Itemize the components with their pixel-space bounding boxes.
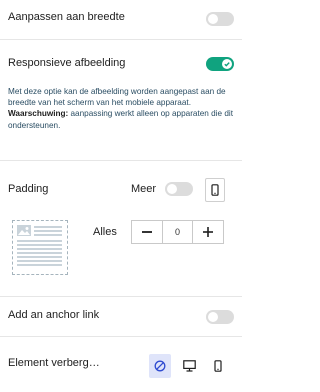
anchor-link-toggle[interactable] bbox=[206, 310, 234, 324]
check-icon bbox=[222, 59, 232, 69]
fit-width-toggle[interactable] bbox=[206, 12, 234, 26]
padding-label: Padding bbox=[8, 183, 49, 195]
fit-width-label: Aanpassen aan breedte bbox=[8, 11, 125, 23]
desktop-icon bbox=[182, 360, 196, 372]
anchor-link-label: Add an anchor link bbox=[8, 309, 100, 321]
hide-mobile-button[interactable] bbox=[208, 354, 228, 378]
padding-value-input[interactable]: 0 bbox=[161, 221, 194, 243]
responsive-image-toggle[interactable] bbox=[206, 57, 234, 71]
all-label: Alles bbox=[93, 226, 117, 238]
image-placeholder-icon bbox=[17, 225, 62, 266]
increment-button[interactable] bbox=[193, 221, 223, 243]
plus-icon bbox=[203, 227, 214, 237]
padding-stepper: 0 bbox=[131, 220, 224, 244]
mobile-device-button[interactable] bbox=[205, 178, 225, 202]
decrement-button[interactable] bbox=[132, 221, 162, 243]
divider bbox=[0, 336, 242, 337]
mobile-icon bbox=[211, 184, 219, 196]
divider bbox=[0, 296, 242, 297]
hide-none-icon bbox=[154, 360, 166, 372]
more-label: Meer bbox=[131, 183, 157, 195]
responsive-image-label: Responsieve afbeelding bbox=[8, 57, 126, 69]
mobile-icon bbox=[214, 360, 222, 372]
more-toggle[interactable] bbox=[165, 182, 193, 196]
responsive-description: Met deze optie kan de afbeelding worden … bbox=[8, 87, 233, 130]
padding-preview bbox=[12, 220, 68, 275]
minus-icon bbox=[141, 231, 152, 233]
hide-none-button[interactable] bbox=[149, 354, 171, 378]
divider bbox=[0, 160, 242, 161]
hide-desktop-button[interactable] bbox=[178, 354, 200, 378]
hide-element-label: Element verberg… bbox=[8, 357, 100, 369]
divider bbox=[0, 39, 242, 40]
